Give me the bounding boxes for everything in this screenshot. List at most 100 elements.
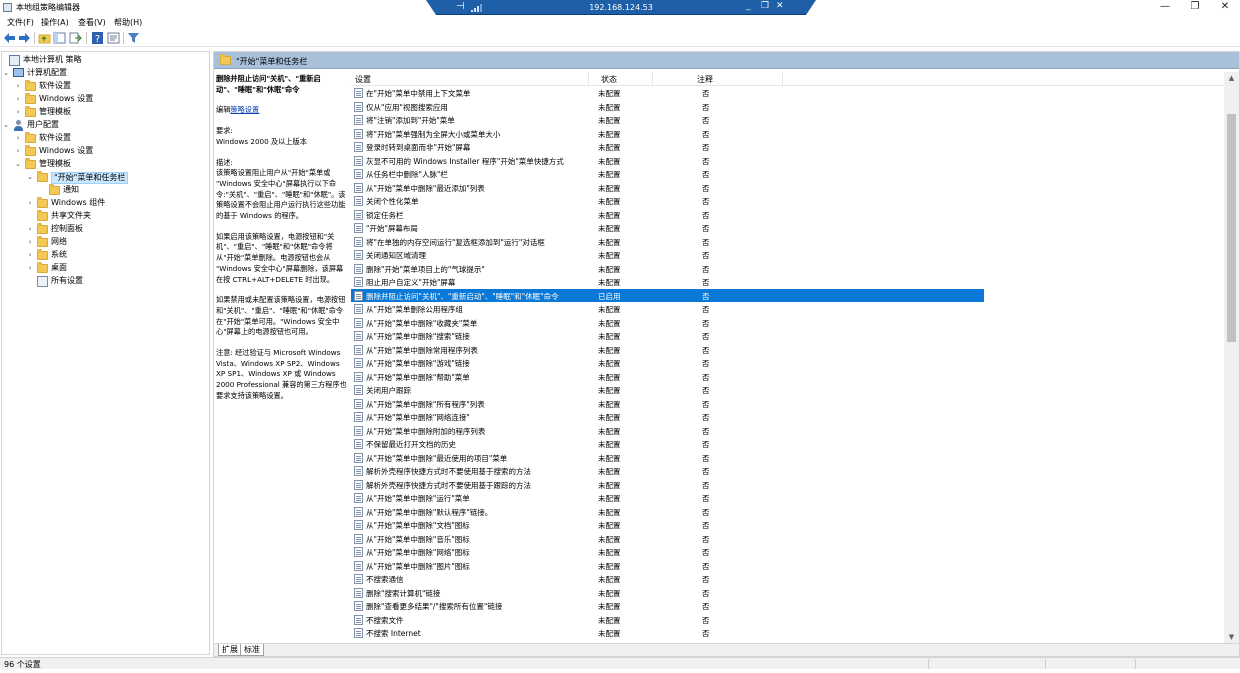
table-row[interactable]: 在"开始"菜单中禁用上下文菜单 未配置 否	[351, 86, 984, 100]
tree-item[interactable]: › 桌面	[2, 262, 209, 275]
export-list-icon[interactable]	[69, 32, 82, 44]
table-row[interactable]: 从"开始"菜单中删除"最近添加"列表 未配置 否	[351, 181, 984, 195]
table-row[interactable]: 关闭个性化菜单 未配置 否	[351, 194, 984, 208]
collapse-chevron-icon[interactable]: ⌄	[2, 69, 10, 78]
tree-item[interactable]: › 系统	[2, 249, 209, 262]
tree-item[interactable]: 共享文件夹	[2, 210, 209, 223]
scroll-down-arrow-icon[interactable]: ▼	[1224, 631, 1239, 643]
menu-file[interactable]: 文件(F)	[7, 17, 34, 28]
table-row[interactable]: 从"开始"菜单中删除"最近使用的项目"菜单 未配置 否	[351, 451, 984, 465]
tree-item[interactable]: › 管理模板	[2, 106, 209, 119]
table-row[interactable]: 将"在单独的内存空间运行"复选框添加到"运行"对话框 未配置 否	[351, 235, 984, 249]
table-row[interactable]: 不搜索文件 未配置 否	[351, 613, 984, 627]
tree-item[interactable]: 本地计算机 策略	[2, 54, 209, 67]
table-row[interactable]: 从"开始"菜单中删除"收藏夹"菜单 未配置 否	[351, 316, 984, 330]
close-button[interactable]: ✕	[1210, 0, 1240, 15]
help-icon[interactable]: ?	[91, 32, 104, 45]
forward-icon[interactable]	[18, 32, 31, 44]
expand-chevron-icon[interactable]: ›	[26, 251, 34, 260]
expand-chevron-icon[interactable]: ›	[14, 95, 22, 104]
table-row[interactable]: 从"开始"菜单中删除"默认程序"链接。 未配置 否	[351, 505, 984, 519]
table-row[interactable]: 从任务栏中删除"人脉"栏 未配置 否	[351, 167, 984, 181]
table-row[interactable]: 删除并阻止访问"关机"、"重新启动"、"睡眠"和"休眠"命令 已启用 否	[351, 288, 984, 302]
table-row[interactable]: 从"开始"菜单中删除"音乐"图标 未配置 否	[351, 532, 984, 546]
remote-restore-button[interactable]: ❐	[761, 1, 769, 11]
table-row[interactable]: 从"开始"菜单中删除"游戏"链接 未配置 否	[351, 356, 984, 370]
expand-chevron-icon[interactable]: ›	[26, 199, 34, 208]
table-row[interactable]: 从"开始"菜单删除公用程序组 未配置 否	[351, 302, 984, 316]
table-row[interactable]: 关闭通知区域清理 未配置 否	[351, 248, 984, 262]
tree-item[interactable]: › Windows 组件	[2, 197, 209, 210]
filter-icon[interactable]	[127, 32, 140, 44]
expand-chevron-icon[interactable]: ›	[14, 108, 22, 117]
table-row[interactable]: 关闭用户跟踪 未配置 否	[351, 383, 984, 397]
table-row[interactable]: 从"开始"菜单中删除附加的程序列表 未配置 否	[351, 424, 984, 438]
table-row[interactable]: 从"开始"菜单中删除"图片"图标 未配置 否	[351, 559, 984, 573]
table-row[interactable]: 将"注销"添加到"开始"菜单 未配置 否	[351, 113, 984, 127]
scroll-up-arrow-icon[interactable]: ▲	[1224, 72, 1239, 84]
table-row[interactable]: 将"开始"菜单强制为全屏大小或菜单大小 未配置 否	[351, 127, 984, 141]
tree-item[interactable]: › 控制面板	[2, 223, 209, 236]
column-setting[interactable]: 设置	[355, 74, 371, 85]
tree-item[interactable]: › 网络	[2, 236, 209, 249]
tab-extended[interactable]: 扩展	[218, 644, 242, 656]
tree-item[interactable]: 通知	[2, 184, 209, 197]
tree-item[interactable]: 所有设置	[2, 275, 209, 288]
expand-chevron-icon[interactable]: ›	[14, 134, 22, 143]
tree-item[interactable]: ⌄ "开始"菜单和任务栏	[2, 171, 209, 184]
table-row[interactable]: 灰显不可用的 Windows Installer 程序"开始"菜单快捷方式 未配置…	[351, 154, 984, 168]
table-row[interactable]: 删除"开始"菜单项目上的"气球提示" 未配置 否	[351, 262, 984, 276]
remote-close-button[interactable]: ✕	[776, 1, 784, 11]
collapse-chevron-icon[interactable]: ⌄	[26, 173, 34, 182]
expand-chevron-icon[interactable]: ›	[14, 82, 22, 91]
collapse-chevron-icon[interactable]: ⌄	[14, 160, 22, 169]
show-hide-tree-icon[interactable]	[53, 32, 66, 44]
table-row[interactable]: 锁定任务栏 未配置 否	[351, 208, 984, 222]
tree-item[interactable]: ⌄ 用户配置	[2, 119, 209, 132]
maximize-button[interactable]: ❐	[1180, 0, 1210, 15]
back-icon[interactable]	[3, 32, 16, 44]
table-row[interactable]: 不搜索通信 未配置 否	[351, 572, 984, 586]
column-comment[interactable]: 注释	[697, 74, 713, 85]
table-row[interactable]: 从"开始"菜单中删除"搜索"链接 未配置 否	[351, 329, 984, 343]
table-row[interactable]: 从"开始"菜单中删除"网络"图标 未配置 否	[351, 545, 984, 559]
table-row[interactable]: 删除"查看更多结果"/"搜索所有位置"链接 未配置 否	[351, 599, 984, 613]
table-row[interactable]: 从"开始"菜单中删除"网络连接" 未配置 否	[351, 410, 984, 424]
tree-item[interactable]: ⌄ 计算机配置	[2, 67, 209, 80]
table-row[interactable]: 解析外壳程序快捷方式时不要使用基于搜索的方法 未配置 否	[351, 464, 984, 478]
remote-minimize-button[interactable]: _	[746, 1, 751, 11]
edit-policy-link[interactable]: 策略设置	[230, 105, 259, 114]
tab-standard[interactable]: 标准	[240, 644, 264, 656]
expand-chevron-icon[interactable]: ›	[26, 225, 34, 234]
tree-item[interactable]: › 软件设置	[2, 80, 209, 93]
tree-item[interactable]: › 软件设置	[2, 132, 209, 145]
column-state[interactable]: 状态	[601, 74, 617, 85]
table-row[interactable]: 不搜索 Internet 未配置 否	[351, 626, 984, 640]
collapse-chevron-icon[interactable]: ⌄	[2, 121, 10, 130]
menu-help[interactable]: 帮助(H)	[114, 17, 142, 28]
minimize-button[interactable]: —	[1150, 0, 1180, 15]
menu-action[interactable]: 操作(A)	[41, 17, 69, 28]
expand-chevron-icon[interactable]: ›	[26, 238, 34, 247]
scrollbar-thumb[interactable]	[1227, 114, 1236, 342]
up-folder-icon[interactable]	[38, 32, 51, 44]
table-row[interactable]: 登录时转到桌面而非"开始"屏幕 未配置 否	[351, 140, 984, 154]
table-row[interactable]: 仅从"应用"视图搜索应用 未配置 否	[351, 100, 984, 114]
menu-view[interactable]: 查看(V)	[78, 17, 106, 28]
table-row[interactable]: 从"开始"菜单中删除"帮助"菜单 未配置 否	[351, 370, 984, 384]
table-row[interactable]: 解析外壳程序快捷方式时不要使用基于跟踪的方法 未配置 否	[351, 478, 984, 492]
table-row[interactable]: "开始"屏幕布局 未配置 否	[351, 221, 984, 235]
vertical-scrollbar[interactable]: ▲ ▼	[1224, 72, 1239, 643]
tree-item[interactable]: ⌄ 管理模板	[2, 158, 209, 171]
tree-item[interactable]: › Windows 设置	[2, 93, 209, 106]
properties-icon[interactable]	[107, 32, 120, 44]
table-row[interactable]: 阻止用户自定义"开始"屏幕 未配置 否	[351, 275, 984, 289]
tree-item[interactable]: › Windows 设置	[2, 145, 209, 158]
table-row[interactable]: 从"开始"菜单中删除"运行"菜单 未配置 否	[351, 491, 984, 505]
table-row[interactable]: 删除"搜索计算机"链接 未配置 否	[351, 586, 984, 600]
table-row[interactable]: 从"开始"菜单中删除"文档"图标 未配置 否	[351, 518, 984, 532]
table-row[interactable]: 不保留最近打开文档的历史 未配置 否	[351, 437, 984, 451]
table-row[interactable]: 从"开始"菜单中删除"所有程序"列表 未配置 否	[351, 397, 984, 411]
expand-chevron-icon[interactable]: ›	[26, 264, 34, 273]
expand-chevron-icon[interactable]: ›	[14, 147, 22, 156]
